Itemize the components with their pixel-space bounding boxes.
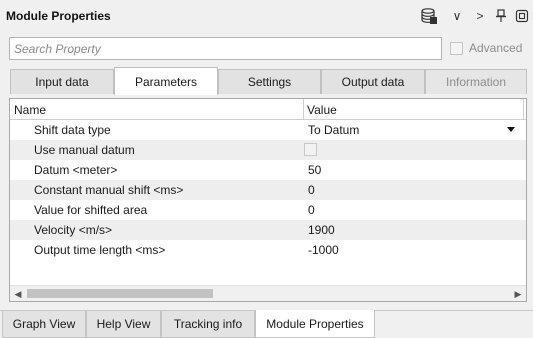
chevron-down-icon[interactable]: ∨	[449, 7, 465, 25]
property-name: Shift data type	[34, 123, 111, 137]
tab-parameters[interactable]: Parameters	[114, 67, 218, 95]
datum-value[interactable]: 50	[308, 163, 321, 177]
property-row-output-time-length[interactable]: Output time length <ms> -1000	[10, 240, 526, 260]
velocity-value[interactable]: 1900	[308, 223, 335, 237]
database-icon[interactable]	[419, 7, 439, 25]
search-input[interactable]	[10, 38, 441, 59]
property-name: Value for shifted area	[34, 203, 148, 217]
advanced-toggle[interactable]: Advanced	[450, 41, 522, 55]
property-row-constant-manual-shift[interactable]: Constant manual shift <ms> 0	[10, 180, 526, 200]
tab-output-data[interactable]: Output data	[321, 69, 425, 94]
horizontal-scrollbar[interactable]: ◀ ▶	[10, 285, 526, 301]
property-name: Datum <meter>	[34, 163, 118, 177]
advanced-label: Advanced	[469, 41, 523, 55]
property-row-datum[interactable]: Datum <meter> 50	[10, 160, 526, 180]
property-name: Use manual datum	[34, 143, 135, 157]
property-row-shift-data-type[interactable]: Shift data type To Datum	[10, 120, 526, 140]
shift-data-type-select[interactable]: To Datum	[308, 123, 359, 137]
column-header-value[interactable]: Value	[307, 103, 337, 117]
pin-icon[interactable]	[494, 7, 508, 25]
property-name: Velocity <m/s>	[34, 223, 113, 237]
scroll-left-icon[interactable]: ◀	[10, 286, 26, 301]
search-field[interactable]	[9, 37, 442, 60]
tab-information: Information	[425, 69, 527, 94]
panel-titlebar: Module Properties ∨ >	[0, 0, 533, 32]
column-divider[interactable]	[303, 99, 304, 119]
grid-header: Name Value	[10, 99, 526, 120]
property-row-value-for-shifted-area[interactable]: Value for shifted area 0	[10, 200, 526, 220]
column-header-name[interactable]: Name	[14, 103, 46, 117]
tab-settings[interactable]: Settings	[218, 69, 321, 94]
dock-tab-help-view[interactable]: Help View	[86, 311, 161, 338]
scrollbar-thumb[interactable]	[27, 289, 213, 298]
chevron-right-icon[interactable]: >	[472, 7, 488, 25]
property-name: Output time length <ms>	[34, 243, 166, 257]
advanced-checkbox[interactable]	[450, 41, 463, 55]
dropdown-arrow-icon[interactable]	[507, 127, 515, 132]
property-row-velocity[interactable]: Velocity <m/s> 1900	[10, 220, 526, 240]
tab-input-data[interactable]: Input data	[10, 69, 114, 94]
value-for-shifted-area-value[interactable]: 0	[308, 203, 315, 217]
restore-icon[interactable]	[514, 7, 530, 25]
column-divider	[523, 99, 524, 119]
dock-tab-tracking-info[interactable]: Tracking info	[161, 311, 255, 338]
dock-tab-module-properties[interactable]: Module Properties	[255, 310, 375, 338]
property-grid: Name Value Shift data type To Datum Use …	[9, 98, 527, 302]
dock-tab-graph-view[interactable]: Graph View	[2, 311, 86, 338]
output-time-length-value[interactable]: -1000	[308, 243, 339, 257]
property-name: Constant manual shift <ms>	[34, 183, 184, 197]
use-manual-datum-checkbox[interactable]	[304, 143, 317, 156]
property-row-use-manual-datum[interactable]: Use manual datum	[10, 140, 526, 160]
dock-tabs: Graph View Help View Tracking info Modul…	[0, 310, 533, 338]
panel-title: Module Properties	[6, 9, 111, 23]
constant-manual-shift-value[interactable]: 0	[308, 183, 315, 197]
scroll-right-icon[interactable]: ▶	[510, 286, 526, 301]
